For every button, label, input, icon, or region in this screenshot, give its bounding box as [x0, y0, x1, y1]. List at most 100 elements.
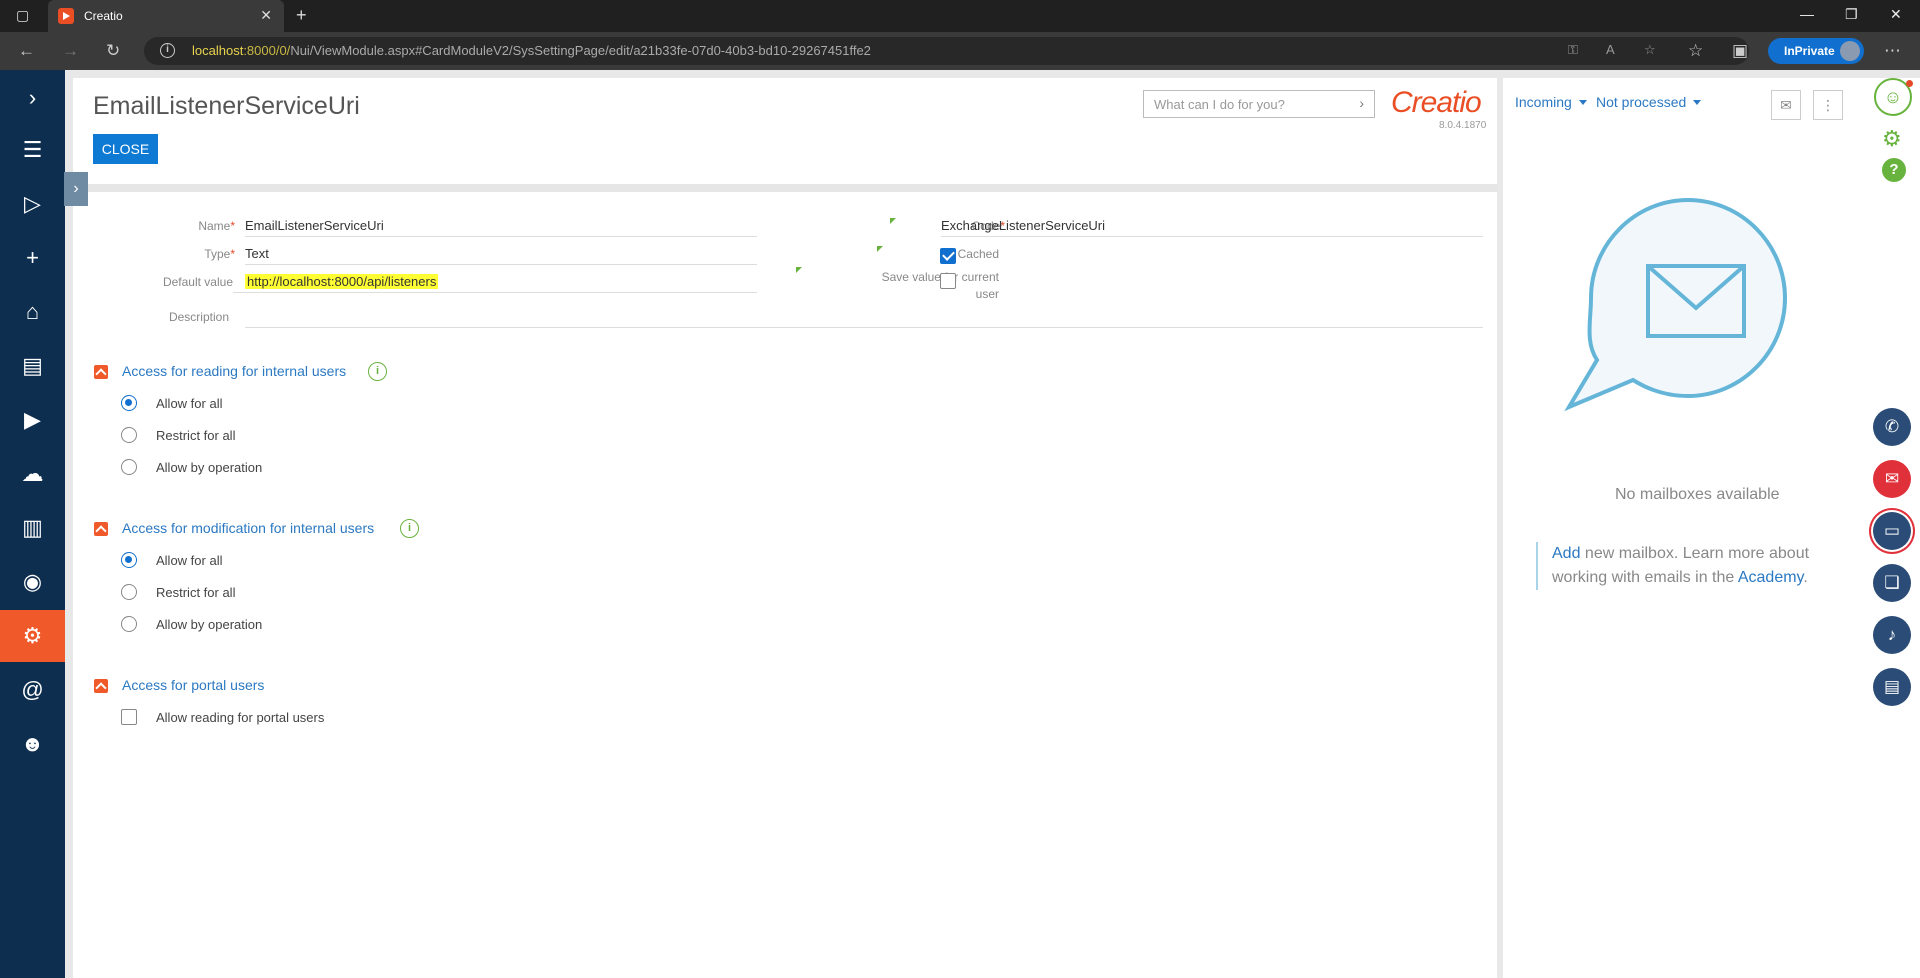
modify-restrict-all-label: Restrict for all [156, 585, 236, 600]
more-options-button[interactable]: ⋮ [1813, 90, 1843, 120]
settings-card: EmailListenerServiceUri CLOSE What can I… [64, 78, 1497, 978]
modify-by-operation-label: Allow by operation [156, 617, 263, 632]
email-settings-button[interactable]: ✉ [1771, 90, 1801, 120]
close-button[interactable]: CLOSE [93, 134, 158, 164]
inprivate-badge[interactable]: InPrivate [1768, 38, 1864, 64]
modify-by-operation-radio[interactable] [121, 616, 137, 632]
browser-toolbar: ← → ↻ i localhost:8000/0/Nui/ViewModule.… [0, 32, 1920, 70]
system-designer-icon[interactable]: ⚙ [0, 610, 65, 662]
command-search-input[interactable]: What can I do for you? › [1143, 90, 1375, 118]
section-portal-title[interactable]: Access for portal users [122, 677, 264, 693]
browser-titlebar: ▢ Creatio ✕ + — ❐ ✕ [0, 0, 1920, 32]
modify-allow-all-radio[interactable] [121, 552, 137, 568]
section-read-title[interactable]: Access for reading for internal users [122, 363, 346, 379]
cached-checkbox[interactable] [940, 248, 956, 264]
info-icon[interactable]: i [368, 362, 387, 381]
site-info-icon[interactable]: i [160, 43, 175, 58]
header-divider [73, 184, 1497, 192]
close-window-icon[interactable]: ✕ [1890, 6, 1902, 23]
communication-panel: Incoming Not processed ✉ ⋮ No mailboxes … [1503, 78, 1873, 978]
description-label: Description [168, 310, 229, 324]
type-field[interactable]: Text [245, 243, 757, 265]
chat-icon[interactable]: ▭ [1873, 512, 1911, 550]
chevron-right-icon[interactable]: › [1359, 95, 1364, 111]
creatio-logo: Creatio [1391, 86, 1482, 119]
right-action-strip: ☺ ⚙ ? ✆ ✉ ▭ ❏ ♪ ▤ [1873, 78, 1920, 978]
email-settings-icon[interactable]: @ [0, 664, 65, 716]
feed-icon[interactable]: ❏ [1873, 564, 1911, 602]
key-icon[interactable]: ⚿ [1568, 42, 1578, 58]
creatio-favicon-icon [58, 8, 74, 24]
browser-tab[interactable]: Creatio ✕ [48, 0, 284, 32]
save-value-current-user-label: Save value for currentuser [881, 270, 999, 301]
lookup-search-icon[interactable]: ▥ [0, 502, 65, 554]
user-admin-icon[interactable]: ◉ [0, 556, 65, 608]
new-tab-icon[interactable]: + [296, 5, 307, 26]
restore-icon[interactable]: ❐ [1845, 6, 1858, 23]
default-value-label: Default value [162, 275, 233, 289]
url-text: localhost:8000/0/Nui/ViewModule.aspx#Car… [192, 43, 871, 58]
back-icon[interactable]: ← [18, 41, 35, 61]
process-library-icon[interactable]: ▶ [0, 394, 65, 446]
read-by-operation-label: Allow by operation [156, 460, 263, 475]
left-navigation: › ☰ ▷ + ⌂ ▤ ▶ ☁ ▥ ◉ ⚙ @ ☻ [0, 70, 65, 978]
collapse-section-icon[interactable] [94, 522, 108, 536]
add-mailbox-link[interactable]: Add [1552, 545, 1580, 562]
close-tab-icon[interactable]: ✕ [260, 7, 272, 24]
ai-icon[interactable]: ☻ [0, 718, 65, 770]
read-restrict-all-label: Restrict for all [156, 428, 236, 443]
read-allow-all-radio[interactable] [121, 395, 137, 411]
name-field[interactable]: EmailListenerServiceUri [245, 215, 757, 237]
section-modify-title[interactable]: Access for modification for internal use… [122, 520, 374, 536]
cloud-integration-icon[interactable]: ☁ [0, 448, 65, 500]
status-filter-dropdown[interactable]: Not processed [1596, 94, 1701, 110]
forward-icon[interactable]: → [62, 41, 79, 61]
academy-link[interactable]: Academy [1738, 569, 1804, 586]
address-bar[interactable]: i localhost:8000/0/Nui/ViewModule.aspx#C… [144, 37, 1749, 65]
localizable-marker [877, 246, 883, 252]
process-play-icon[interactable]: ▷ [0, 178, 65, 230]
read-restrict-all-radio[interactable] [121, 427, 137, 443]
code-field[interactable]: ExchangeListenerServiceUri [941, 215, 1483, 237]
info-icon[interactable]: i [400, 519, 419, 538]
type-label: Type* [204, 247, 235, 261]
playbook-icon[interactable]: ▤ [0, 340, 65, 392]
collections-icon[interactable]: ▣ [1732, 41, 1748, 61]
more-icon[interactable]: ⋯ [1884, 41, 1901, 61]
read-allow-all-label: Allow for all [156, 396, 223, 411]
no-mailboxes-text: No mailboxes available [1615, 486, 1780, 503]
phone-icon[interactable]: ✆ [1873, 408, 1911, 446]
default-value-field[interactable]: http://localhost:8000/api/listeners [233, 271, 757, 293]
add-mailbox-hint: Add new mailbox. Learn more about workin… [1536, 542, 1836, 590]
collapse-section-icon[interactable] [94, 679, 108, 693]
notification-dot [1906, 80, 1913, 87]
minimize-icon[interactable]: — [1800, 6, 1814, 22]
save-value-current-user-checkbox[interactable] [940, 273, 956, 289]
refresh-icon[interactable]: ↻ [106, 41, 120, 61]
expand-nav-icon[interactable]: › [0, 72, 65, 124]
document-icon[interactable]: ▤ [1873, 668, 1911, 706]
menu-icon[interactable]: ☰ [0, 124, 65, 176]
collapse-section-icon[interactable] [94, 365, 108, 379]
add-icon[interactable]: + [0, 232, 65, 284]
home-icon[interactable]: ⌂ [0, 286, 65, 338]
email-icon[interactable]: ✉ [1873, 460, 1911, 498]
description-field[interactable] [245, 306, 1483, 328]
modify-restrict-all-radio[interactable] [121, 584, 137, 600]
direction-filter-dropdown[interactable]: Incoming [1515, 94, 1587, 110]
read-aloud-icon[interactable]: A [1606, 42, 1615, 57]
add-favorite-icon[interactable]: ☆ [1644, 42, 1656, 58]
tab-actions-icon[interactable]: ▢ [16, 7, 29, 24]
name-label: Name* [198, 219, 235, 233]
favorites-icon[interactable]: ☆ [1688, 41, 1703, 61]
settings-gear-icon[interactable]: ⚙ [1882, 126, 1902, 152]
version-label: 8.0.4.1870 [1439, 120, 1487, 131]
portal-read-checkbox[interactable] [121, 709, 137, 725]
tab-title: Creatio [84, 9, 123, 23]
notifications-bell-icon[interactable]: ♪ [1873, 616, 1911, 654]
page-title: EmailListenerServiceUri [93, 92, 360, 120]
read-by-operation-radio[interactable] [121, 459, 137, 475]
expand-panel-icon[interactable]: › [64, 172, 88, 206]
profile-avatar [1840, 41, 1860, 61]
help-icon[interactable]: ? [1882, 158, 1906, 182]
